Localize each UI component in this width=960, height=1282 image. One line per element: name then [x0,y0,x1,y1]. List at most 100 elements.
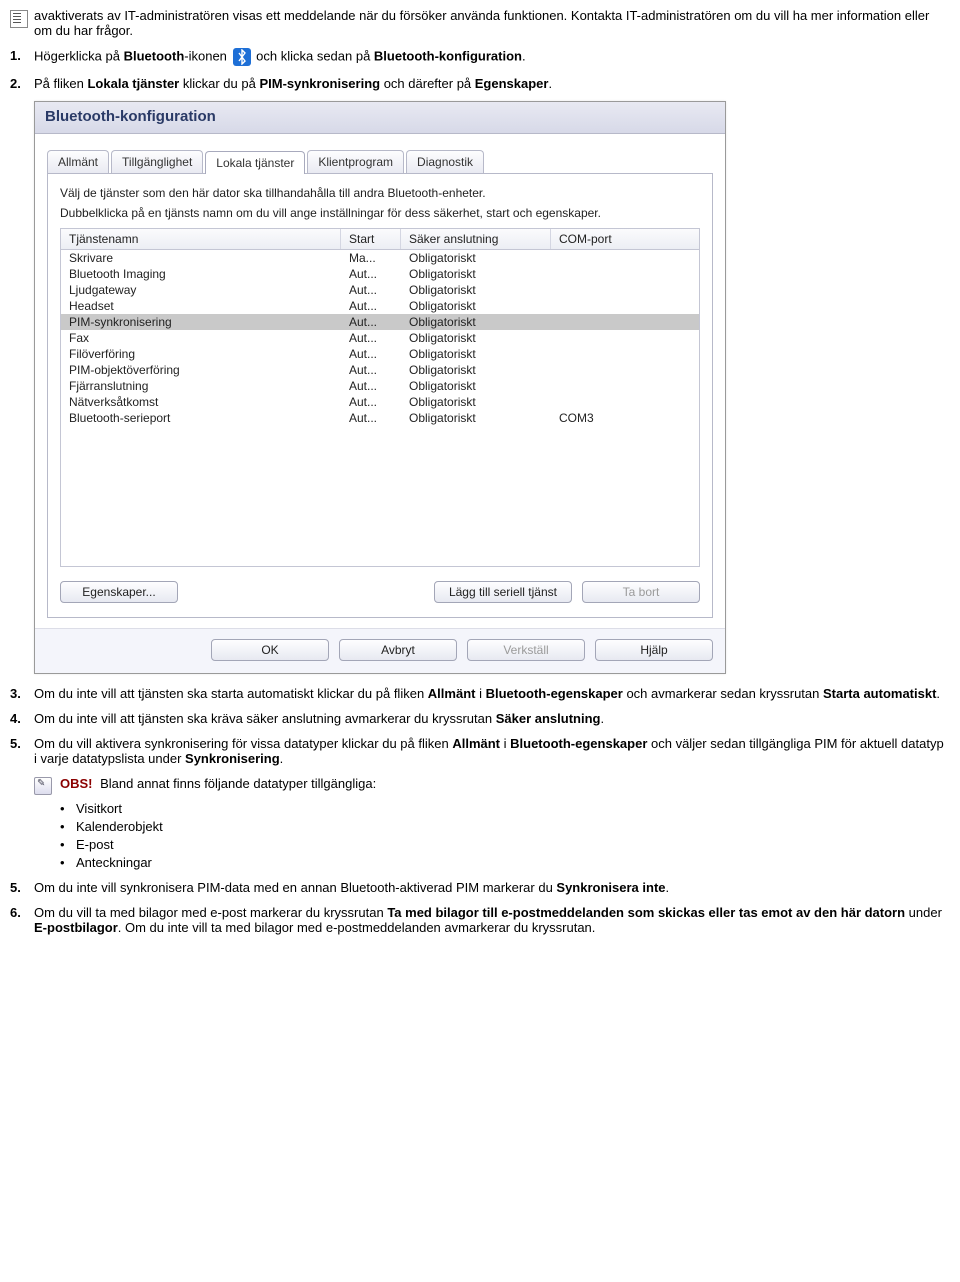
step-number: 1. [10,48,21,63]
term-bt-properties: Bluetooth-egenskaper [510,736,647,751]
step-number: 3. [10,686,21,701]
term-bt-config: Bluetooth-konfiguration [374,48,522,63]
tab-diagnostik[interactable]: Diagnostik [406,150,484,173]
cell-start: Aut... [341,346,401,362]
term-email-attachments: E-postbilagor [34,920,118,935]
step-number: 4. [10,711,21,726]
help-button[interactable]: Hjälp [595,639,713,661]
obs-text: Bland annat finns följande datatyper til… [97,776,377,791]
cancel-button[interactable]: Avbryt [339,639,457,661]
service-row[interactable]: FaxAut...Obligatoriskt [61,330,699,346]
cell-secure: Obligatoriskt [401,410,551,426]
term-bt-properties: Bluetooth-egenskaper [486,686,623,701]
cell-name: Bluetooth Imaging [61,266,341,282]
text: Om du vill aktivera synkronisering för v… [34,736,452,751]
list-empty-area [61,426,699,566]
text: . [522,48,526,63]
cell-com [551,401,651,403]
cell-name: PIM-objektöverföring [61,362,341,378]
cell-start: Aut... [341,378,401,394]
service-row[interactable]: LjudgatewayAut...Obligatoriskt [61,282,699,298]
cell-start: Aut... [341,394,401,410]
cell-secure: Obligatoriskt [401,394,551,410]
cell-com [551,385,651,387]
col-start[interactable]: Start [341,229,401,249]
cell-secure: Obligatoriskt [401,266,551,282]
list-item: Anteckningar [60,855,950,870]
obs-text-line: OBS! Bland annat finns följande datatype… [60,776,376,791]
service-row[interactable]: PIM-synkroniseringAut...Obligatoriskt [61,314,699,330]
col-com-port[interactable]: COM-port [551,229,651,249]
cell-start: Aut... [341,282,401,298]
text: under [905,905,942,920]
term-bluetooth: Bluetooth [124,48,185,63]
text: i [475,686,485,701]
term-properties: Egenskaper [475,76,549,91]
tab-klientprogram[interactable]: Klientprogram [307,150,404,173]
service-row[interactable]: Bluetooth ImagingAut...Obligatoriskt [61,266,699,282]
step-number: 6. [10,905,21,920]
term-sync-not: Synkronisera inte [556,880,665,895]
text: och avmarkerar sedan kryssrutan [623,686,823,701]
text: . [936,686,940,701]
step-number: 5. [10,736,21,751]
datatype-list: Visitkort Kalenderobjekt E-post Anteckni… [60,801,950,870]
term-pim-sync: PIM-synkronisering [259,76,380,91]
cell-secure: Obligatoriskt [401,314,551,330]
term-general: Allmänt [428,686,476,701]
step-1: 1. Högerklicka på Bluetooth-ikonen och k… [10,48,950,66]
col-secure-connection[interactable]: Säker anslutning [401,229,551,249]
text: På fliken [34,76,87,91]
cell-secure: Obligatoriskt [401,330,551,346]
cell-secure: Obligatoriskt [401,298,551,314]
tab-panel-local-services: Välj de tjänster som den här dator ska t… [47,174,713,618]
services-list[interactable]: Tjänstenamn Start Säker anslutning COM-p… [60,228,700,567]
dialog-footer: OK Avbryt Verkställ Hjälp [35,628,725,673]
panel-button-row: Egenskaper... Lägg till seriell tjänst T… [60,581,700,603]
text: klickar du på [179,76,259,91]
cell-name: Bluetooth-serieport [61,410,341,426]
cell-name: Filöverföring [61,346,341,362]
tab-tillg-nglighet[interactable]: Tillgänglighet [111,150,203,173]
service-row[interactable]: SkrivareMa...Obligatoriskt [61,250,699,266]
cell-start: Aut... [341,314,401,330]
bluetooth-config-dialog: Bluetooth-konfiguration AllmäntTillgängl… [34,101,726,674]
service-row[interactable]: Bluetooth-serieportAut...ObligatorisktCO… [61,410,699,426]
cell-com [551,321,651,323]
properties-button[interactable]: Egenskaper... [60,581,178,603]
service-row[interactable]: NätverksåtkomstAut...Obligatoriskt [61,394,699,410]
step-5b: 5. Om du inte vill synkronisera PIM-data… [10,880,950,895]
service-row[interactable]: FilöverföringAut...Obligatoriskt [61,346,699,362]
tab-lokala-tj-nster[interactable]: Lokala tjänster [205,151,305,174]
text: -ikonen [184,48,230,63]
service-row[interactable]: HeadsetAut...Obligatoriskt [61,298,699,314]
cell-name: Ljudgateway [61,282,341,298]
text: . [666,880,670,895]
term-synchronization: Synkronisering [185,751,280,766]
text: Om du inte vill att tjänsten ska kräva s… [34,711,496,726]
list-item: Kalenderobjekt [60,819,950,834]
cell-com [551,257,651,259]
cell-start: Aut... [341,298,401,314]
service-row[interactable]: PIM-objektöverföringAut...Obligatoriskt [61,362,699,378]
term-secure-connection: Säker anslutning [496,711,601,726]
tab-allm-nt[interactable]: Allmänt [47,150,109,173]
term-local-services: Lokala tjänster [87,76,179,91]
list-header: Tjänstenamn Start Säker anslutning COM-p… [61,229,699,250]
cell-com [551,305,651,307]
cell-com [551,337,651,339]
cell-secure: Obligatoriskt [401,362,551,378]
step-3: 3. Om du inte vill att tjänsten ska star… [10,686,950,701]
col-service-name[interactable]: Tjänstenamn [61,229,341,249]
ok-button[interactable]: OK [211,639,329,661]
tab-strip: AllmäntTillgänglighetLokala tjänsterKlie… [47,150,713,174]
cell-name: Fax [61,330,341,346]
term-general: Allmänt [452,736,500,751]
service-row[interactable]: FjärranslutningAut...Obligatoriskt [61,378,699,394]
apply-button: Verkställ [467,639,585,661]
cell-name: Skrivare [61,250,341,266]
steps-list-continued: 3. Om du inte vill att tjänsten ska star… [10,686,950,766]
add-serial-service-button[interactable]: Lägg till seriell tjänst [434,581,572,603]
cell-name: Fjärranslutning [61,378,341,394]
cell-secure: Obligatoriskt [401,378,551,394]
